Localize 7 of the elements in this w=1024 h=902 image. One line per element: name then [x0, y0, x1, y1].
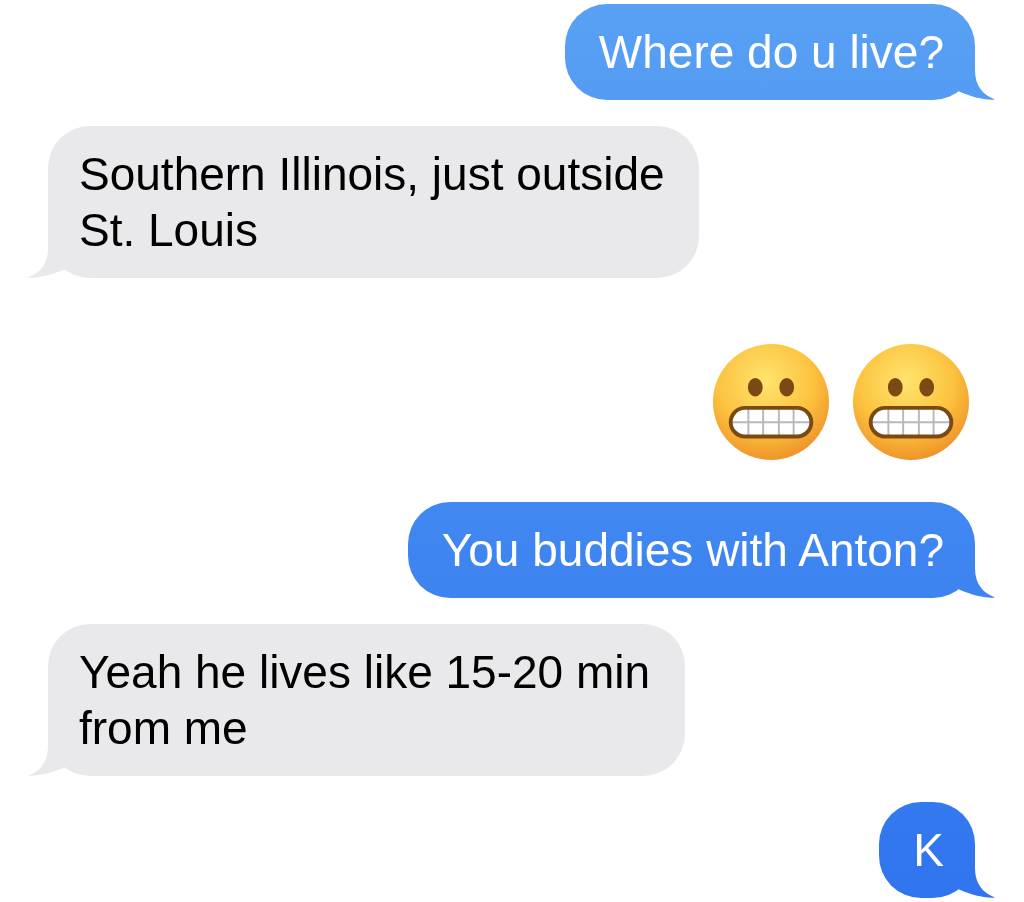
message-bubble: Yeah he lives like 15-20 min from me	[28, 624, 685, 776]
message-bubble: You buddies with Anton?	[407, 502, 995, 598]
grimacing-face-icon	[852, 343, 970, 461]
message-bubble: Southern Illinois, just outside St. Louis	[28, 126, 699, 278]
message-bubble: Where do u live?	[564, 4, 995, 100]
message-bubble: K	[879, 802, 995, 898]
grimacing-face-icon	[712, 343, 830, 461]
